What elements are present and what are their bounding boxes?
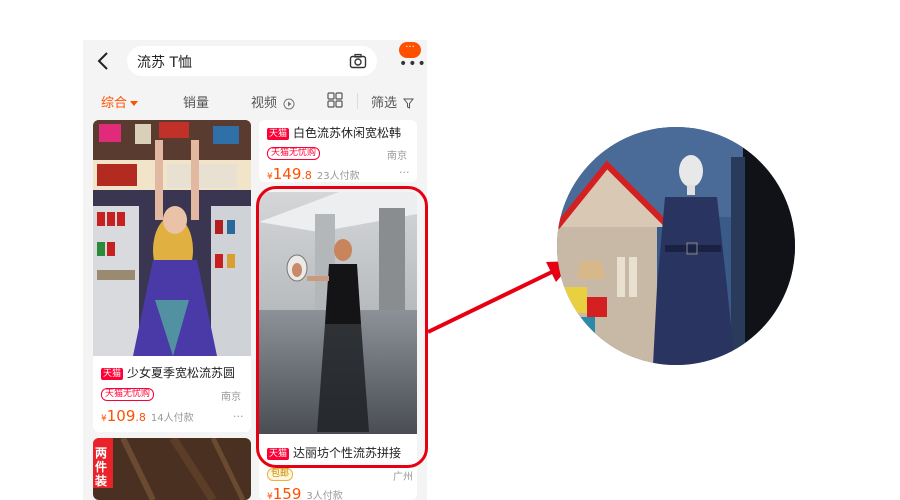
mannequin-photo — [557, 127, 795, 365]
zoom-detail-image — [557, 127, 795, 365]
